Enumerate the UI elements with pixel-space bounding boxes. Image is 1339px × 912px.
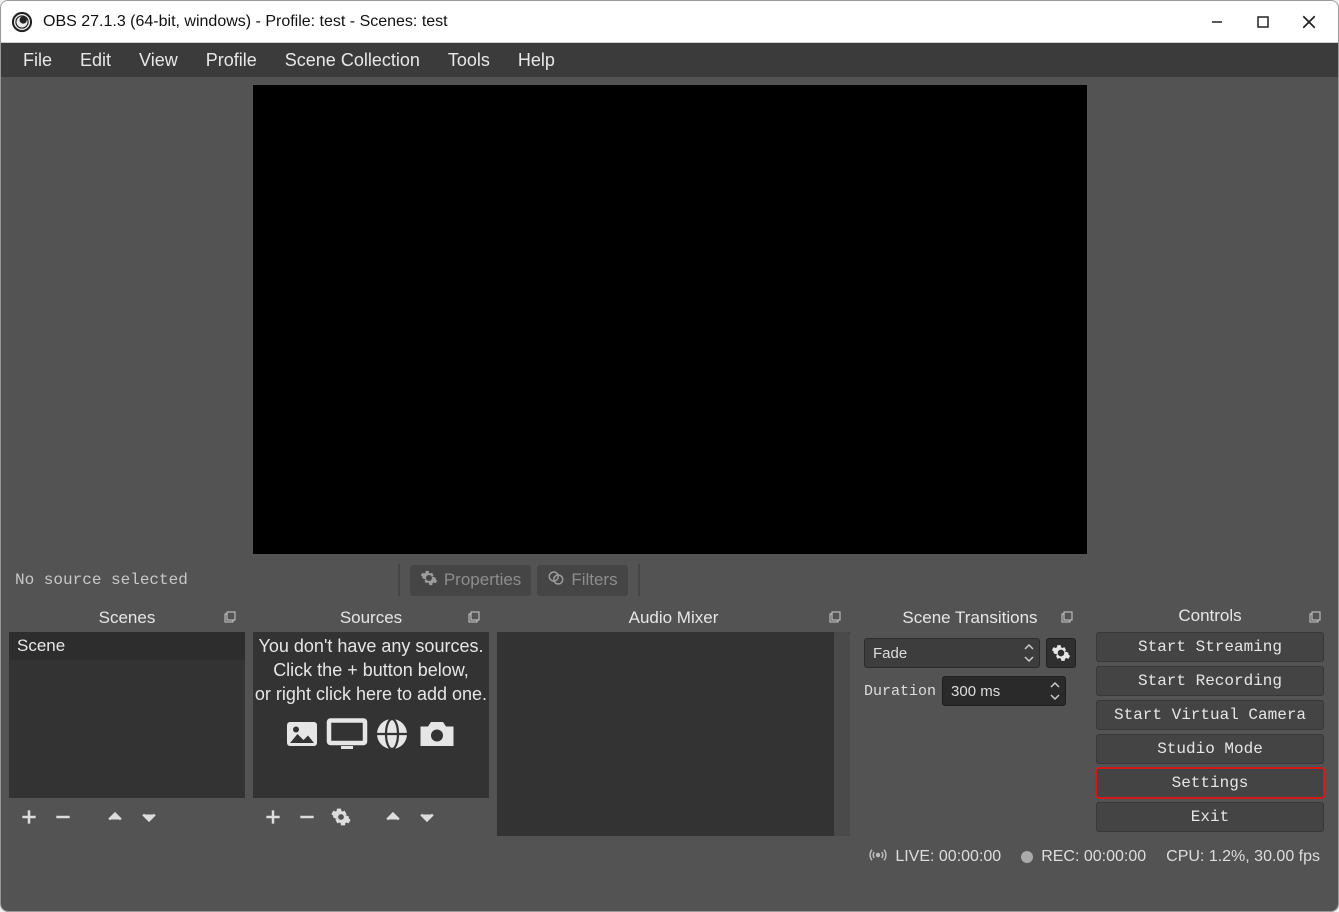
move-source-up-button[interactable] — [379, 803, 407, 831]
image-source-icon — [284, 716, 320, 758]
remove-scene-button[interactable] — [49, 803, 77, 831]
sources-list[interactable]: You don't have any sources. Click the + … — [253, 632, 489, 798]
obs-window: OBS 27.1.3 (64-bit, windows) - Profile: … — [0, 0, 1339, 912]
exit-button[interactable]: Exit — [1096, 802, 1324, 832]
transition-select[interactable]: Fade — [864, 638, 1040, 668]
statusbar: LIVE: 00:00:00 REC: 00:00:00 CPU: 1.2%, … — [9, 842, 1330, 872]
move-source-down-button[interactable] — [413, 803, 441, 831]
start-streaming-button[interactable]: Start Streaming — [1096, 632, 1324, 662]
move-scene-down-button[interactable] — [135, 803, 163, 831]
sources-empty-line-1: You don't have any sources. — [253, 634, 489, 658]
popout-icon[interactable] — [221, 608, 239, 626]
window-title: OBS 27.1.3 (64-bit, windows) - Profile: … — [43, 13, 448, 31]
preview-canvas[interactable] — [253, 85, 1087, 554]
rec-status: REC: 00:00:00 — [1041, 848, 1146, 866]
controls-title: Controls — [1178, 606, 1241, 626]
duration-label: Duration — [864, 683, 936, 700]
filters-icon — [547, 569, 565, 592]
controls-dock: Controls Start Streaming Start Recording… — [1090, 604, 1330, 836]
add-scene-button[interactable] — [15, 803, 43, 831]
properties-button[interactable]: Properties — [410, 565, 531, 596]
cpu-status: CPU: 1.2%, 30.00 fps — [1166, 848, 1320, 866]
scene-transitions-dock: Scene Transitions Fade — [858, 604, 1082, 836]
toolbar-divider — [638, 564, 640, 596]
scene-list-item[interactable]: Scene — [9, 632, 245, 660]
source-toolbar: No source selected Properties Filters — [9, 560, 1330, 598]
display-source-icon — [326, 716, 368, 758]
source-settings-button[interactable] — [327, 803, 355, 831]
record-dot-icon — [1021, 851, 1033, 863]
close-button[interactable] — [1286, 6, 1332, 38]
chevron-up-icon — [1021, 641, 1037, 653]
menu-view[interactable]: View — [125, 46, 192, 75]
maximize-button[interactable] — [1240, 6, 1286, 38]
toolbar-divider — [398, 564, 400, 596]
chevron-down-icon — [1021, 653, 1037, 665]
duration-spinbox[interactable]: 300 ms — [942, 676, 1066, 706]
sources-empty-line-2: Click the + button below, — [253, 658, 489, 682]
properties-label: Properties — [444, 570, 521, 590]
duration-value: 300 ms — [951, 683, 1000, 700]
studio-mode-button[interactable]: Studio Mode — [1096, 734, 1324, 764]
menu-profile[interactable]: Profile — [192, 46, 271, 75]
scenes-title: Scenes — [99, 608, 156, 628]
filters-button[interactable]: Filters — [537, 565, 627, 596]
sources-empty-line-3: or right click here to add one. — [253, 682, 489, 706]
broadcast-icon — [869, 846, 887, 869]
browser-source-icon — [374, 716, 410, 758]
audio-mixer-dock: Audio Mixer — [497, 604, 850, 836]
obs-app-icon — [11, 11, 33, 33]
menu-help[interactable]: Help — [504, 46, 569, 75]
source-status-text: No source selected — [15, 571, 188, 589]
gear-icon — [420, 569, 438, 592]
scenes-dock: Scenes Scene — [9, 604, 245, 836]
popout-icon[interactable] — [826, 608, 844, 626]
filters-label: Filters — [571, 570, 617, 590]
sources-dock: Sources You don't have any sources. Clic… — [253, 604, 489, 836]
camera-source-icon — [416, 716, 458, 758]
audio-mixer-title: Audio Mixer — [629, 608, 719, 628]
client-area: No source selected Properties Filters — [1, 77, 1338, 911]
popout-icon[interactable] — [465, 608, 483, 626]
menu-edit[interactable]: Edit — [66, 46, 125, 75]
start-recording-button[interactable]: Start Recording — [1096, 666, 1324, 696]
transition-current: Fade — [873, 645, 907, 662]
settings-button[interactable]: Settings — [1096, 768, 1324, 798]
popout-icon[interactable] — [1058, 608, 1076, 626]
minimize-button[interactable] — [1194, 6, 1240, 38]
popout-icon[interactable] — [1306, 608, 1324, 626]
transition-properties-button[interactable] — [1046, 638, 1076, 668]
live-status: LIVE: 00:00:00 — [895, 848, 1001, 866]
remove-source-button[interactable] — [293, 803, 321, 831]
menu-tools[interactable]: Tools — [434, 46, 504, 75]
menubar: File Edit View Profile Scene Collection … — [1, 43, 1338, 77]
start-virtual-camera-button[interactable]: Start Virtual Camera — [1096, 700, 1324, 730]
titlebar: OBS 27.1.3 (64-bit, windows) - Profile: … — [1, 1, 1338, 43]
menu-file[interactable]: File — [9, 46, 66, 75]
menu-scene-collection[interactable]: Scene Collection — [271, 46, 434, 75]
move-scene-up-button[interactable] — [101, 803, 129, 831]
chevron-down-icon[interactable] — [1047, 691, 1063, 703]
add-source-button[interactable] — [259, 803, 287, 831]
sources-title: Sources — [340, 608, 402, 628]
transitions-title: Scene Transitions — [902, 608, 1037, 628]
chevron-up-icon[interactable] — [1047, 679, 1063, 691]
mixer-scrollbar[interactable] — [834, 632, 850, 836]
